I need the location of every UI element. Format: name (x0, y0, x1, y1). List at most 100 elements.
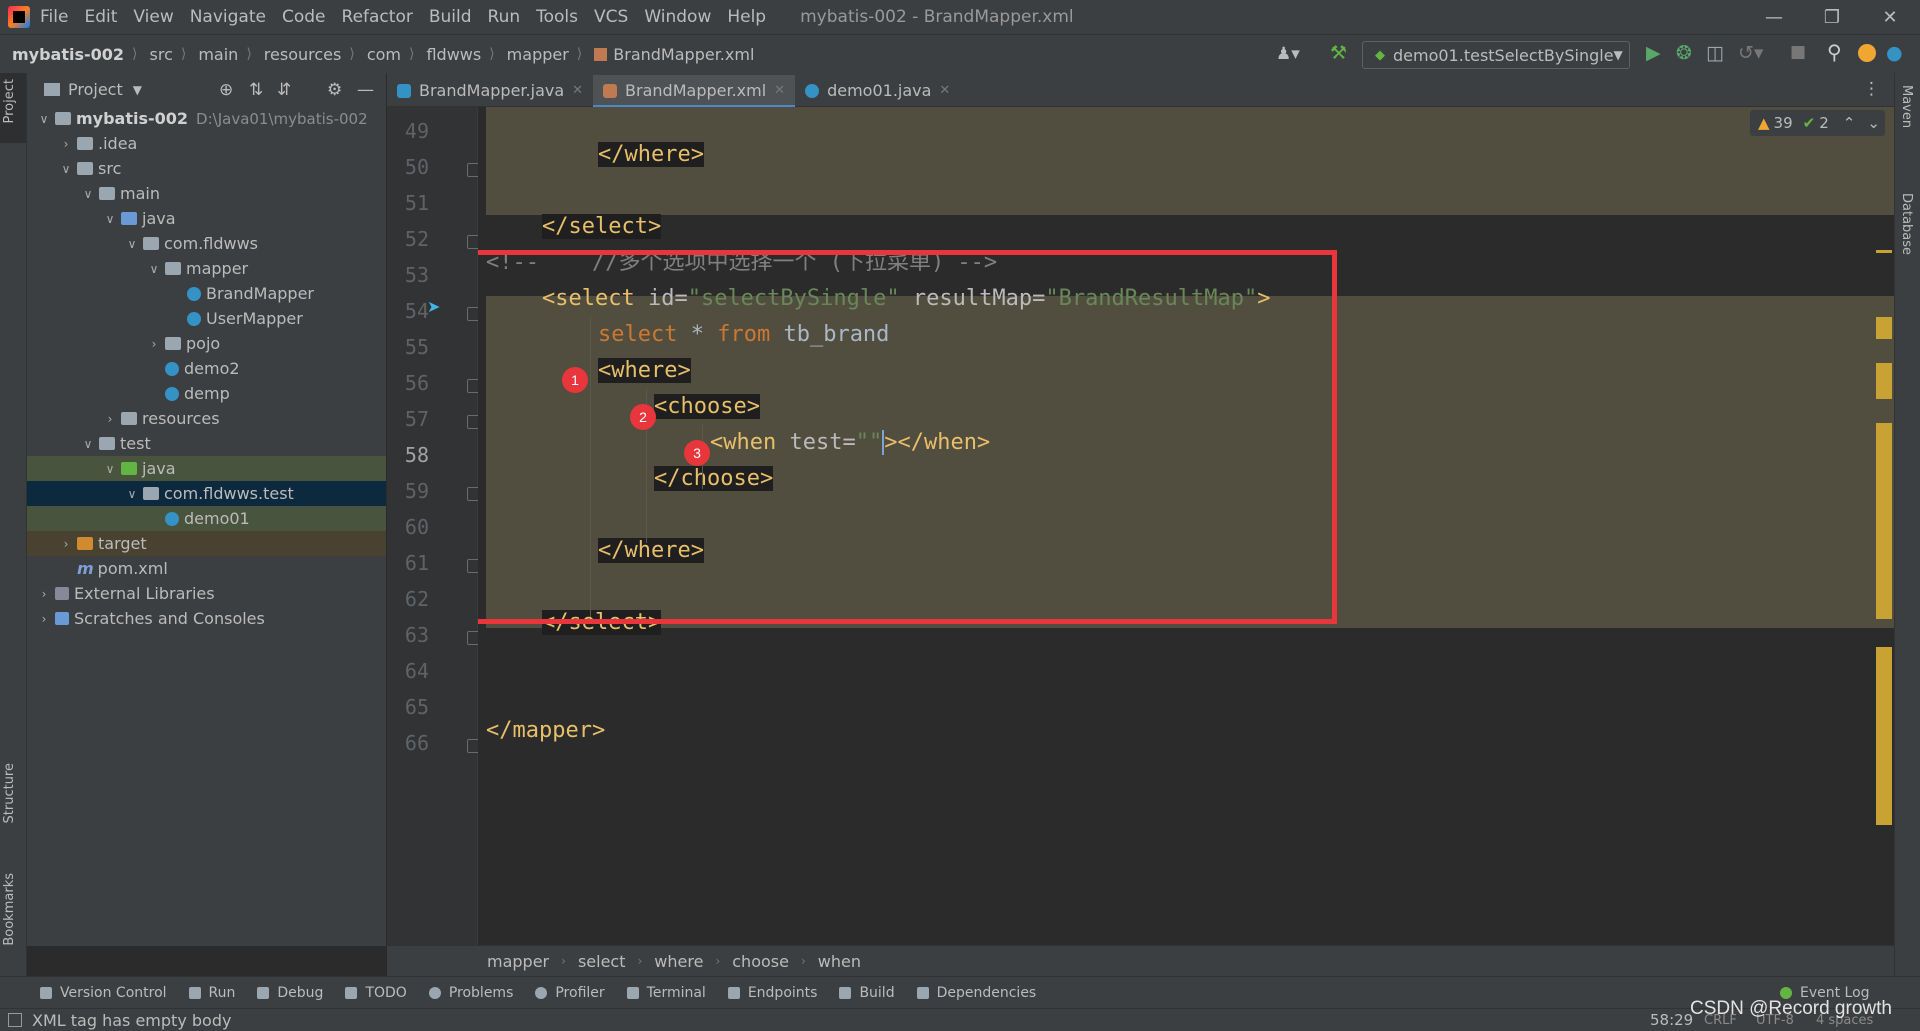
tool-tab-project[interactable]: Project (2, 79, 17, 123)
menu-run[interactable]: Run (488, 7, 521, 27)
tree-item-test-package[interactable]: ∨ com.fldwws.test (27, 481, 386, 506)
close-icon[interactable]: ✕ (774, 83, 785, 98)
close-icon[interactable]: ✕ (572, 83, 583, 98)
chevron-down-icon[interactable]: ⌄ (1867, 114, 1880, 132)
menu-view[interactable]: View (133, 7, 173, 27)
menu-file[interactable]: File (40, 7, 68, 27)
tool-debug[interactable]: Debug (257, 985, 323, 1001)
tool-dependencies[interactable]: Dependencies (916, 985, 1036, 1001)
tab-brandmapper-xml[interactable]: BrandMapper.xml ✕ (593, 75, 796, 108)
chevron-down-icon[interactable]: ▼ (133, 83, 142, 97)
hide-panel-icon[interactable]: — (357, 80, 374, 100)
tree-item-demo2[interactable]: demo2 (27, 356, 386, 381)
run-icon[interactable]: ▶ (1646, 42, 1661, 64)
more-tabs-icon[interactable]: ⋮ (1863, 79, 1880, 99)
gear-icon[interactable]: ⚙ (327, 80, 342, 100)
breadcrumb-com[interactable]: com (367, 45, 401, 64)
tab-demo01-java[interactable]: demo01.java ✕ (795, 75, 960, 106)
expand-all-icon[interactable]: ⇅ (249, 80, 263, 100)
tree-item-project-root[interactable]: ∨ mybatis-002 D:\Java01\mybatis-002 (27, 106, 386, 131)
tree-item-scratches[interactable]: › Scratches and Consoles (27, 606, 386, 631)
restore-icon[interactable]: ❐ (1810, 0, 1854, 34)
scroll-marker[interactable] (1876, 423, 1892, 619)
tool-tab-database[interactable]: Database (1899, 193, 1914, 255)
build-hammer-icon[interactable]: ⚒ (1330, 42, 1347, 64)
breadcrumb-src[interactable]: src (150, 45, 173, 64)
menu-window[interactable]: Window (644, 7, 711, 27)
tree-item-java[interactable]: ∨ java (27, 206, 386, 231)
breadcrumb-resources[interactable]: resources (264, 45, 342, 64)
breadcrumb-fldwws[interactable]: fldwws (426, 45, 481, 64)
breadcrumb-main[interactable]: main (198, 45, 238, 64)
locate-icon[interactable]: ⊕ (219, 80, 233, 100)
tool-terminal[interactable]: Terminal (626, 985, 706, 1001)
chevron-up-icon[interactable]: ⌃ (1843, 114, 1856, 132)
user-icon[interactable]: ♟▾ (1276, 44, 1300, 64)
code-crumb-where[interactable]: where (654, 952, 703, 971)
tree-item-demo01[interactable]: demo01 (27, 506, 386, 531)
tool-problems[interactable]: Problems (428, 985, 513, 1001)
menu-help[interactable]: Help (727, 7, 766, 27)
breadcrumb-file[interactable]: BrandMapper.xml (594, 45, 754, 64)
stop-icon[interactable]: ■ (1790, 42, 1806, 62)
scroll-marker[interactable] (1876, 317, 1892, 339)
collapse-all-icon[interactable]: ⇵ (277, 80, 291, 100)
tool-build[interactable]: Build (839, 985, 895, 1001)
tree-item-resources[interactable]: › resources (27, 406, 386, 431)
breadcrumb-project[interactable]: mybatis-002 (12, 45, 124, 64)
tree-item-test-java[interactable]: ∨ java (27, 456, 386, 481)
tool-todo[interactable]: TODO (345, 985, 407, 1001)
menu-build[interactable]: Build (429, 7, 472, 27)
tree-item-pom[interactable]: m pom.xml (27, 556, 386, 581)
tool-endpoints[interactable]: Endpoints (727, 985, 817, 1001)
tab-brandmapper-java[interactable]: BrandMapper.java ✕ (387, 75, 593, 106)
tool-tab-structure[interactable]: Structure (2, 763, 17, 823)
tree-item-brandmapper[interactable]: BrandMapper (27, 281, 386, 306)
scroll-marker[interactable] (1876, 250, 1892, 253)
tree-item-main[interactable]: ∨ main (27, 181, 386, 206)
close-icon[interactable]: ✕ (1868, 0, 1912, 34)
mybatis-navigation-icon[interactable]: ➤ (427, 297, 440, 316)
tree-item-external-libraries[interactable]: › External Libraries (27, 581, 386, 606)
code-crumb-when[interactable]: when (818, 952, 861, 971)
breadcrumb-mapper[interactable]: mapper (507, 45, 569, 64)
code-crumb-choose[interactable]: choose (732, 952, 789, 971)
profile-icon[interactable]: ↺▾ (1738, 42, 1763, 64)
toolbox-icon[interactable]: ● (1886, 42, 1903, 64)
close-icon[interactable]: ✕ (939, 83, 950, 98)
update-icon[interactable] (1858, 44, 1876, 62)
tree-item-src[interactable]: ∨ src (27, 156, 386, 181)
tree-item-mapper[interactable]: ∨ mapper (27, 256, 386, 281)
menu-refactor[interactable]: Refactor (342, 7, 413, 27)
tree-item-demp[interactable]: demp (27, 381, 386, 406)
menu-edit[interactable]: Edit (84, 7, 117, 27)
menu-code[interactable]: Code (282, 7, 326, 27)
inspection-widget[interactable]: ▲ 39 ✔ 2 ⌃ ⌄ (1750, 110, 1885, 136)
tree-item-pojo[interactable]: › pojo (27, 331, 386, 356)
tree-item-usermapper[interactable]: UserMapper (27, 306, 386, 331)
tree-item-target[interactable]: › target (27, 531, 386, 556)
scroll-marker[interactable] (1876, 647, 1892, 825)
scroll-marker[interactable] (1876, 363, 1892, 399)
tool-version-control[interactable]: Version Control (40, 985, 167, 1001)
code-crumb-mapper[interactable]: mapper (487, 952, 549, 971)
tool-profiler[interactable]: Profiler (535, 985, 605, 1001)
menu-navigate[interactable]: Navigate (190, 7, 266, 27)
code-editor[interactable]: </where> </select> <!-- //多个选项中选择一个 (下拉菜… (478, 107, 1894, 945)
tree-item-idea[interactable]: › .idea (27, 131, 386, 156)
tree-item-package[interactable]: ∨ com.fldwws (27, 231, 386, 256)
project-panel-title[interactable]: Project (68, 80, 123, 99)
coverage-icon[interactable]: ◫ (1706, 42, 1724, 64)
tool-run[interactable]: Run (188, 985, 235, 1001)
minimize-icon[interactable]: — (1752, 0, 1796, 34)
menu-vcs[interactable]: VCS (594, 7, 628, 27)
code-crumb-select[interactable]: select (578, 952, 626, 971)
tool-tab-bookmarks[interactable]: Bookmarks (2, 873, 17, 946)
menu-tools[interactable]: Tools (536, 7, 578, 27)
search-icon[interactable]: ⚲ (1827, 40, 1842, 64)
debug-icon[interactable]: ❂ (1676, 42, 1692, 64)
caret-position[interactable]: 58:29 (1650, 1011, 1693, 1029)
tree-item-test[interactable]: ∨ test (27, 431, 386, 456)
status-panel-icon[interactable] (8, 1013, 22, 1027)
tool-tab-maven[interactable]: Maven (1899, 85, 1914, 128)
